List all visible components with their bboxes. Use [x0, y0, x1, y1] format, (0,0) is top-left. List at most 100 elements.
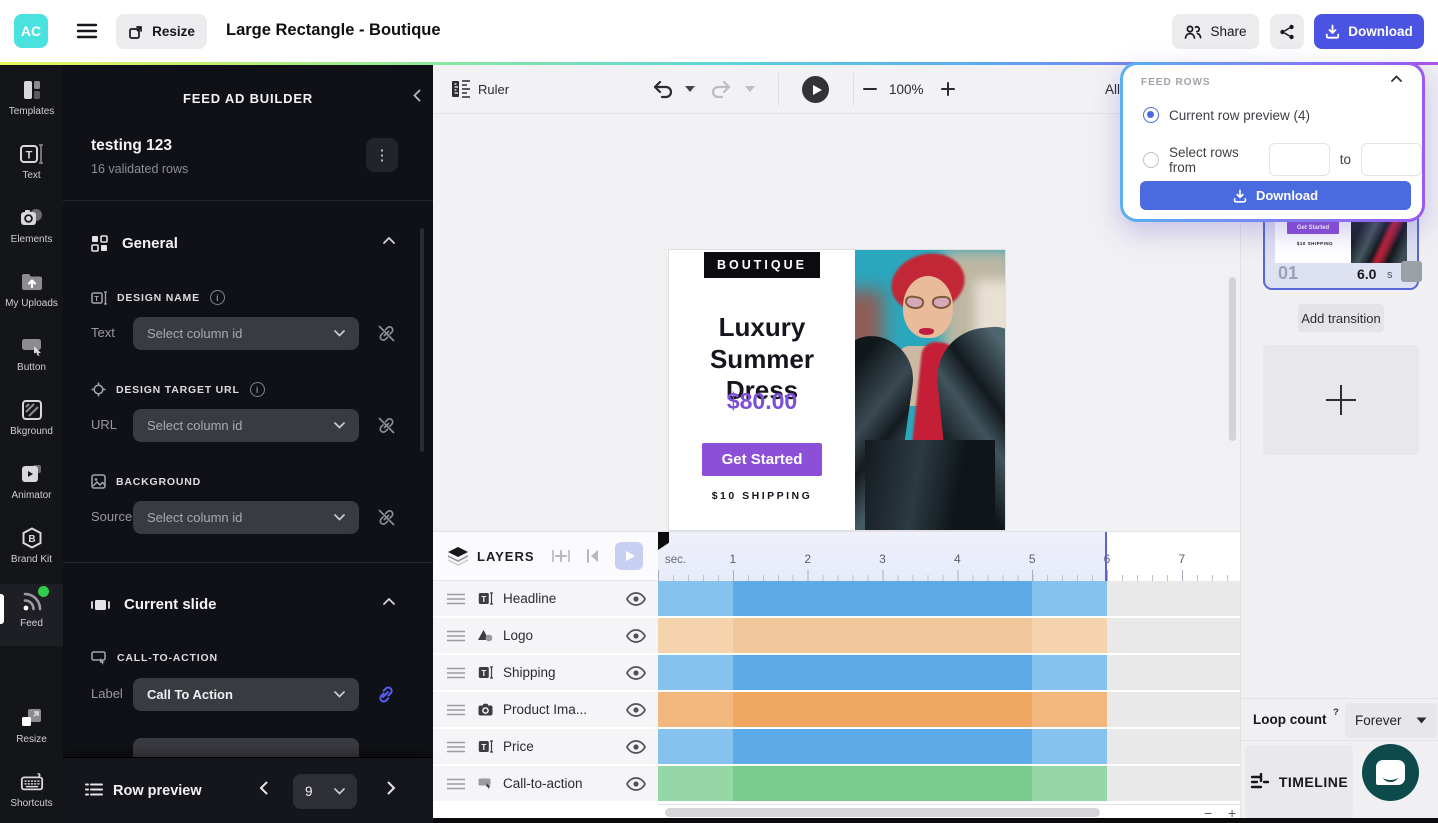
layer-row-logo[interactable]: Logo — [433, 618, 658, 653]
skip-to-start-icon[interactable] — [585, 548, 601, 564]
rows-to-input[interactable] — [1361, 143, 1422, 176]
playhead[interactable] — [1105, 532, 1107, 581]
chevron-up-icon[interactable] — [383, 598, 395, 605]
duration-bar[interactable] — [658, 692, 1107, 727]
cta-url-select-partial[interactable] — [133, 738, 359, 758]
chat-support-button[interactable] — [1362, 744, 1419, 801]
layer-row-product-image[interactable]: Product Ima... — [433, 692, 658, 727]
sidebar-item-button[interactable]: Button — [0, 334, 63, 390]
zoom-value[interactable]: 100% — [889, 82, 924, 97]
duration-bar[interactable] — [658, 766, 1107, 801]
zoom-in-icon[interactable] — [941, 80, 955, 98]
timeline-play-button[interactable] — [615, 542, 643, 570]
drag-handle-icon[interactable] — [447, 593, 465, 605]
radio-unselected[interactable] — [1143, 152, 1159, 168]
popup-download-button[interactable]: Download — [1140, 181, 1411, 210]
share-nodes-icon[interactable] — [1270, 14, 1304, 49]
duration-bar[interactable] — [658, 581, 1107, 616]
eye-icon[interactable] — [626, 629, 646, 643]
preview-play-button[interactable] — [802, 76, 829, 103]
sidebar-item-elements[interactable]: Elements — [0, 206, 63, 262]
section-general[interactable]: General — [91, 235, 178, 252]
unlink-icon[interactable] — [376, 415, 397, 436]
sidebar-item-resize[interactable]: Resize — [0, 706, 63, 762]
duration-bar[interactable] — [658, 729, 1107, 764]
add-slide-button[interactable] — [1263, 345, 1419, 455]
sidebar-item-bkground[interactable]: Bkground — [0, 398, 63, 454]
loop-help-mark[interactable]: ? — [1333, 707, 1339, 718]
link-icon[interactable] — [375, 684, 397, 705]
ruler-icon[interactable] — [450, 79, 472, 99]
drag-handle-icon[interactable] — [447, 667, 465, 679]
current-row-option[interactable]: Current row preview (4) — [1143, 107, 1310, 123]
eye-icon[interactable] — [626, 777, 646, 791]
ad-brand-badge[interactable]: BOUTIQUE — [704, 252, 820, 278]
redo-icon[interactable] — [709, 79, 733, 99]
sidebar-item-shortcuts[interactable]: Shortcuts — [0, 770, 63, 823]
download-button[interactable]: Download — [1314, 14, 1424, 49]
layer-row-call-to-action[interactable]: Call-to-action — [433, 766, 658, 801]
section-current-slide[interactable]: Current slide — [91, 596, 217, 613]
all-slides-label[interactable]: All — [1105, 82, 1120, 97]
undo-icon[interactable] — [651, 79, 675, 99]
avatar[interactable]: AC — [14, 14, 48, 48]
zoom-out-icon[interactable] — [863, 80, 877, 98]
unlink-icon[interactable] — [376, 507, 397, 528]
canvas-vertical-scrollbar[interactable] — [1229, 277, 1236, 441]
share-button[interactable]: Share — [1172, 14, 1259, 49]
layer-row-price[interactable]: T Price — [433, 729, 658, 764]
drag-handle-icon[interactable] — [447, 778, 465, 790]
ad-product-photo[interactable] — [855, 250, 1005, 530]
next-row-chevron-icon[interactable] — [387, 781, 396, 795]
eye-icon[interactable] — [626, 740, 646, 754]
radio-selected[interactable] — [1143, 107, 1159, 123]
ad-price[interactable]: $80.00 — [727, 388, 797, 415]
info-icon[interactable]: i — [250, 382, 265, 397]
sidebar-item-text[interactable]: T Text — [0, 142, 63, 198]
ad-shipping[interactable]: $10 SHIPPING — [712, 490, 813, 502]
background-source-select[interactable]: Select column id — [133, 501, 359, 534]
slide-duration-swatch[interactable] — [1401, 261, 1422, 282]
drag-handle-icon[interactable] — [447, 704, 465, 716]
ruler-label[interactable]: Ruler — [478, 82, 509, 97]
sidebar-item-templates[interactable]: Templates — [0, 78, 63, 134]
timeline-scrollbar-thumb[interactable] — [665, 808, 1100, 817]
popup-collapse-chevron-icon[interactable] — [1391, 75, 1402, 82]
target-url-select[interactable]: Select column id — [133, 409, 359, 442]
layer-row-shipping[interactable]: T Shipping — [433, 655, 658, 690]
row-number-select[interactable]: 9 — [293, 774, 357, 809]
cta-label-select[interactable]: Call To Action — [133, 678, 359, 711]
hamburger-menu-icon[interactable] — [76, 22, 98, 40]
drag-handle-icon[interactable] — [447, 741, 465, 753]
duration-bar[interactable] — [658, 655, 1107, 690]
undo-dropdown-icon[interactable] — [685, 86, 695, 92]
eye-icon[interactable] — [626, 703, 646, 717]
rows-from-input[interactable] — [1269, 143, 1330, 176]
canvas-workarea[interactable]: BOUTIQUE Luxury Summer Dress $80.00 Get … — [433, 114, 1240, 531]
ad-cta-button[interactable]: Get Started — [702, 443, 822, 476]
collapse-panel-icon[interactable] — [413, 89, 421, 102]
resize-button[interactable]: Resize — [116, 14, 207, 49]
slide-duration[interactable]: 6.0 — [1357, 266, 1376, 282]
timeline-toggle-button[interactable]: TIMELINE — [1245, 745, 1353, 818]
prev-row-chevron-icon[interactable] — [259, 781, 268, 795]
ad-artboard[interactable]: BOUTIQUE Luxury Summer Dress $80.00 Get … — [669, 250, 1005, 530]
select-rows-option[interactable]: Select rows from to — [1143, 143, 1422, 176]
timeline-ruler[interactable]: sec. 1 2 3 4 5 6 7 — [658, 532, 1240, 581]
drag-handle-icon[interactable] — [447, 630, 465, 642]
eye-icon[interactable] — [626, 592, 646, 606]
chevron-up-icon[interactable] — [383, 237, 395, 244]
panel-scrollbar[interactable] — [420, 228, 424, 452]
sidebar-item-brand-kit[interactable]: B Brand Kit — [0, 526, 63, 582]
info-icon[interactable]: i — [210, 290, 225, 305]
duration-bar[interactable] — [658, 618, 1107, 653]
sidebar-item-my-uploads[interactable]: My Uploads — [0, 270, 63, 326]
redo-dropdown-icon[interactable] — [745, 86, 755, 92]
feed-options-kebab-icon[interactable]: ⋮ — [366, 138, 398, 172]
sidebar-item-animator[interactable]: Animator — [0, 462, 63, 518]
sidebar-item-feed[interactable]: Feed — [0, 584, 63, 646]
design-name-select[interactable]: Select column id — [133, 317, 359, 350]
add-transition-icon[interactable] — [551, 547, 571, 565]
add-transition-button[interactable]: Add transition — [1298, 304, 1384, 332]
layer-row-headline[interactable]: T Headline — [433, 581, 658, 616]
